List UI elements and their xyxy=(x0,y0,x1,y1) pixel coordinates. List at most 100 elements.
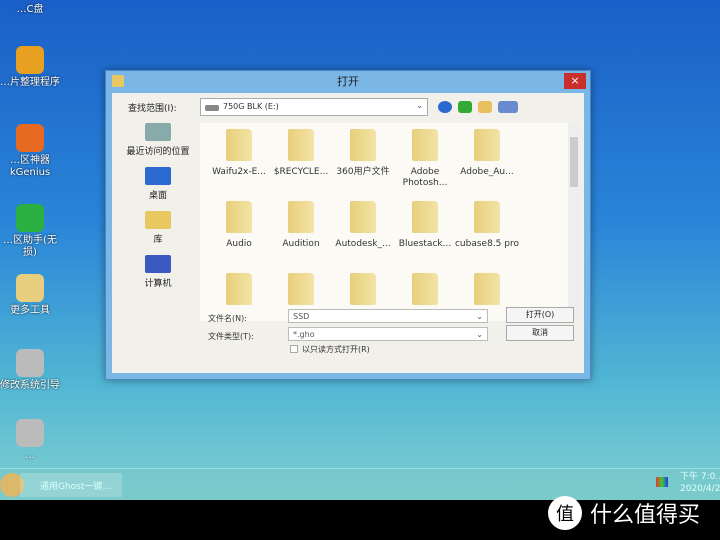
folder-icon xyxy=(350,201,376,233)
folder-item[interactable]: Bluestack... xyxy=(390,201,460,250)
folder-item[interactable]: Adobe_Au... xyxy=(452,129,522,178)
place-icon xyxy=(145,255,171,273)
close-button[interactable]: × xyxy=(564,73,586,89)
clock-time: 下午 7:0… xyxy=(680,472,720,482)
folder-icon xyxy=(288,201,314,233)
folder-item[interactable] xyxy=(390,273,460,311)
desktop-icon-label: … xyxy=(25,450,35,461)
place-item[interactable]: 库 xyxy=(118,211,198,245)
folder-item[interactable] xyxy=(266,273,336,311)
filename-label: 文件名(N): xyxy=(208,314,247,323)
look-in-value: 750G BLK (E:) xyxy=(223,102,279,111)
desktop-icon[interactable]: 修改系统引导 xyxy=(0,349,60,392)
scrollbar[interactable] xyxy=(568,123,580,321)
watermark-text: 什么值得买 xyxy=(590,503,701,528)
readonly-label: 以只读方式打开(R) xyxy=(302,345,370,354)
folder-icon xyxy=(226,273,252,305)
place-label: 桌面 xyxy=(148,191,167,201)
folder-icon xyxy=(412,201,438,233)
look-in-select[interactable]: 750G BLK (E:) ⌄ xyxy=(200,98,428,116)
folder-icon xyxy=(350,273,376,305)
place-item[interactable]: 最近访问的位置 xyxy=(118,123,198,157)
place-item[interactable]: 计算机 xyxy=(118,255,198,289)
folder-icon xyxy=(226,201,252,233)
desktop: …C盘 …片整理程序 …区神器 kGenius …区助手(无损) 更多工具修改系统引导 …… xyxy=(0,0,720,500)
folder-item[interactable]: $RECYCLE... xyxy=(266,129,336,178)
place-label: 库 xyxy=(153,235,163,245)
folder-item[interactable]: Audition xyxy=(266,201,336,250)
desktop-icon-label: …区助手(无损) xyxy=(3,235,57,258)
filetype-label: 文件类型(T): xyxy=(208,332,254,341)
watermark-logo: 值 xyxy=(548,496,582,530)
folder-item[interactable]: cubase8.5 pro xyxy=(452,201,522,250)
clock[interactable]: 下午 7:0… 2020/4/2… xyxy=(680,471,720,495)
desktop-icon-image xyxy=(16,349,44,377)
folder-icon xyxy=(226,129,252,161)
folder-item[interactable]: Waifu2x-E... xyxy=(204,129,274,178)
folder-item[interactable]: Adobe Photosh... xyxy=(390,129,460,189)
desktop-icon[interactable]: 更多工具 xyxy=(0,274,60,317)
new-folder-icon[interactable] xyxy=(478,101,492,113)
place-icon xyxy=(145,167,171,185)
desktop-icon-label: …C盘 xyxy=(16,4,44,15)
desktop-icon-label: 更多工具 xyxy=(10,305,50,316)
folder-item[interactable]: Audio xyxy=(204,201,274,250)
folder-label: cubase8.5 pro xyxy=(454,239,519,249)
folder-label: Adobe Photosh... xyxy=(402,167,448,188)
view-menu-icon[interactable] xyxy=(498,101,518,113)
folder-icon xyxy=(412,273,438,305)
folder-icon xyxy=(288,273,314,305)
up-folder-icon[interactable] xyxy=(458,101,472,113)
folder-item[interactable]: 360用户文件 xyxy=(328,129,398,178)
tray-icon[interactable] xyxy=(656,477,668,487)
folder-label: 360用户文件 xyxy=(336,167,390,177)
place-icon xyxy=(145,123,171,141)
folder-icon xyxy=(288,129,314,161)
drive-icon xyxy=(205,105,219,111)
folder-icon xyxy=(474,273,500,305)
folder-item[interactable] xyxy=(328,273,398,311)
file-list: Waifu2x-E... $RECYCLE... 360用户文件 Adobe Phot… xyxy=(200,123,580,321)
desktop-icon[interactable]: … xyxy=(0,419,60,462)
folder-icon xyxy=(350,129,376,161)
folder-item[interactable]: Autodesk_... xyxy=(328,201,398,250)
desktop-icon-image xyxy=(16,274,44,302)
folder-label: Autodesk_... xyxy=(335,239,391,249)
desktop-icon-image xyxy=(16,204,44,232)
taskbar-item[interactable]: 通用Ghost一键… xyxy=(20,473,122,497)
dialog-title: 打开 xyxy=(337,75,359,88)
desktop-icon[interactable]: …区神器 kGenius xyxy=(0,124,60,179)
watermark: 值什么值得买 xyxy=(548,496,700,530)
folder-label: Adobe_Au... xyxy=(460,167,514,177)
back-icon[interactable] xyxy=(438,101,452,113)
desktop-icon-label: 修改系统引导 xyxy=(0,380,60,391)
folder-item[interactable] xyxy=(452,273,522,311)
desktop-icon-image xyxy=(16,419,44,447)
desktop-icon[interactable]: …区助手(无损) xyxy=(0,204,60,259)
place-label: 计算机 xyxy=(144,279,172,289)
cancel-button[interactable]: 取消 xyxy=(506,325,574,341)
folder-icon xyxy=(474,129,500,161)
desktop-icon-image xyxy=(16,46,44,74)
folder-label: Waifu2x-E... xyxy=(212,167,266,177)
desktop-icon-label: …片整理程序 xyxy=(0,77,60,88)
open-dialog: 打开 × 查找范围(I): 750G BLK (E:) ⌄ 最近访问的位置 桌面库计… xyxy=(105,70,591,380)
place-label: 最近访问的位置 xyxy=(126,147,190,157)
folder-item[interactable] xyxy=(204,273,274,311)
desktop-icon[interactable]: …C盘 xyxy=(0,4,60,16)
desktop-icon[interactable]: …片整理程序 xyxy=(0,46,60,89)
filename-input[interactable]: SSD ⌄ xyxy=(288,309,488,323)
clock-date: 2020/4/2… xyxy=(680,484,720,494)
chevron-down-icon: ⌄ xyxy=(416,101,423,110)
desktop-icon-label: …区神器 kGenius xyxy=(9,155,51,178)
desktop-icon-image xyxy=(16,124,44,152)
place-icon xyxy=(145,211,171,229)
filetype-select[interactable]: *.gho ⌄ xyxy=(288,327,488,341)
folder-label: $RECYCLE... xyxy=(273,167,329,177)
folder-label: Bluestack... xyxy=(398,239,452,249)
open-button[interactable]: 打开(O) xyxy=(506,307,574,323)
scroll-thumb[interactable] xyxy=(570,137,578,187)
folder-label: Audio xyxy=(226,239,252,249)
place-item[interactable]: 桌面 xyxy=(118,167,198,201)
readonly-checkbox[interactable] xyxy=(290,345,298,353)
